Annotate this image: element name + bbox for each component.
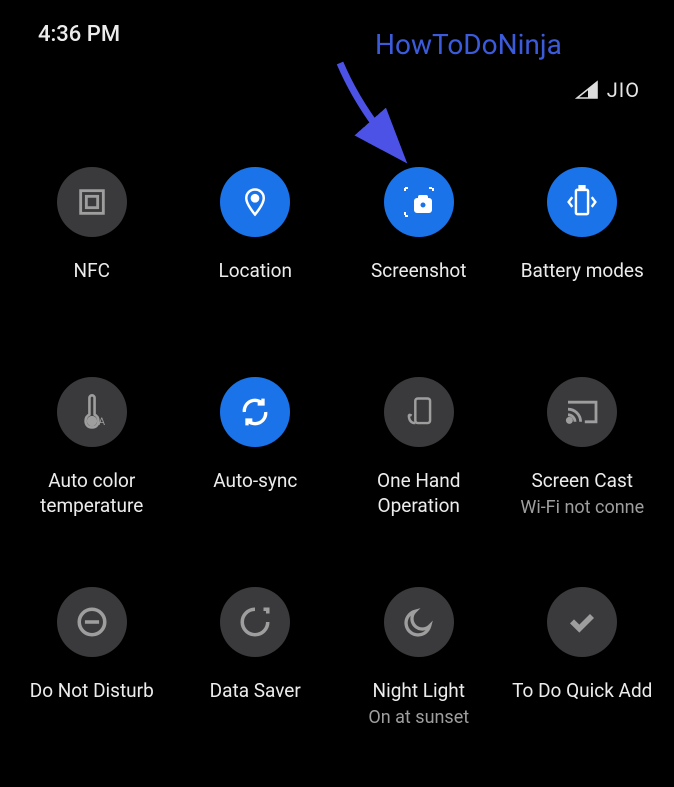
clock-time: 4:36 PM	[38, 22, 120, 47]
tile-label: Do Not Disturb	[24, 679, 160, 704]
tile-label: Screen Cast	[525, 469, 639, 494]
tile-label: Night Light	[367, 679, 471, 704]
watermark-text: HowToDoNinja	[375, 28, 562, 61]
tile-label: Battery modes	[515, 259, 650, 284]
battery-icon	[547, 167, 617, 237]
tile-night-light[interactable]: Night Light On at sunset	[337, 577, 501, 787]
tile-do-not-disturb[interactable]: Do Not Disturb	[10, 577, 174, 787]
screenshot-icon	[384, 167, 454, 237]
carrier-label: JIO	[607, 78, 640, 102]
check-icon	[547, 587, 617, 657]
tile-label: One Hand Operation	[337, 469, 501, 518]
tile-data-saver[interactable]: Data Saver	[174, 577, 338, 787]
tile-todo-quick-add[interactable]: To Do Quick Add	[501, 577, 665, 787]
tile-auto-sync[interactable]: Auto-sync	[174, 367, 338, 577]
status-right: JIO	[575, 78, 640, 102]
tile-label: Auto-sync	[207, 469, 303, 494]
tile-label: Auto color temperature	[10, 469, 174, 518]
tile-screenshot[interactable]: Screenshot	[337, 157, 501, 367]
tile-label: NFC	[68, 259, 116, 284]
tile-sublabel: Wi-Fi not conne	[520, 496, 644, 519]
tile-label: Data Saver	[204, 679, 307, 704]
tile-location[interactable]: Location	[174, 157, 338, 367]
datasaver-icon	[220, 587, 290, 657]
tile-battery-modes[interactable]: Battery modes	[501, 157, 665, 367]
tile-label: Screenshot	[365, 259, 472, 284]
cast-icon	[547, 377, 617, 447]
onehand-icon	[384, 377, 454, 447]
signal-icon	[575, 80, 599, 100]
tile-label: To Do Quick Add	[506, 679, 658, 704]
nfc-icon	[57, 167, 127, 237]
svg-text:A: A	[98, 415, 105, 428]
tile-auto-color-temp[interactable]: A Auto color temperature	[10, 367, 174, 577]
tile-one-hand[interactable]: One Hand Operation	[337, 367, 501, 577]
location-icon	[220, 167, 290, 237]
tile-sublabel: On at sunset	[368, 706, 469, 729]
quick-settings-grid: NFC Location Screenshot	[0, 47, 674, 787]
dnd-icon	[57, 587, 127, 657]
moon-icon	[384, 587, 454, 657]
sync-icon	[220, 377, 290, 447]
thermometer-icon: A	[57, 377, 127, 447]
tile-screen-cast[interactable]: Screen Cast Wi-Fi not conne	[501, 367, 665, 577]
status-bar: 4:36 PM	[0, 0, 674, 47]
tile-label: Location	[212, 259, 298, 284]
tile-nfc[interactable]: NFC	[10, 157, 174, 367]
